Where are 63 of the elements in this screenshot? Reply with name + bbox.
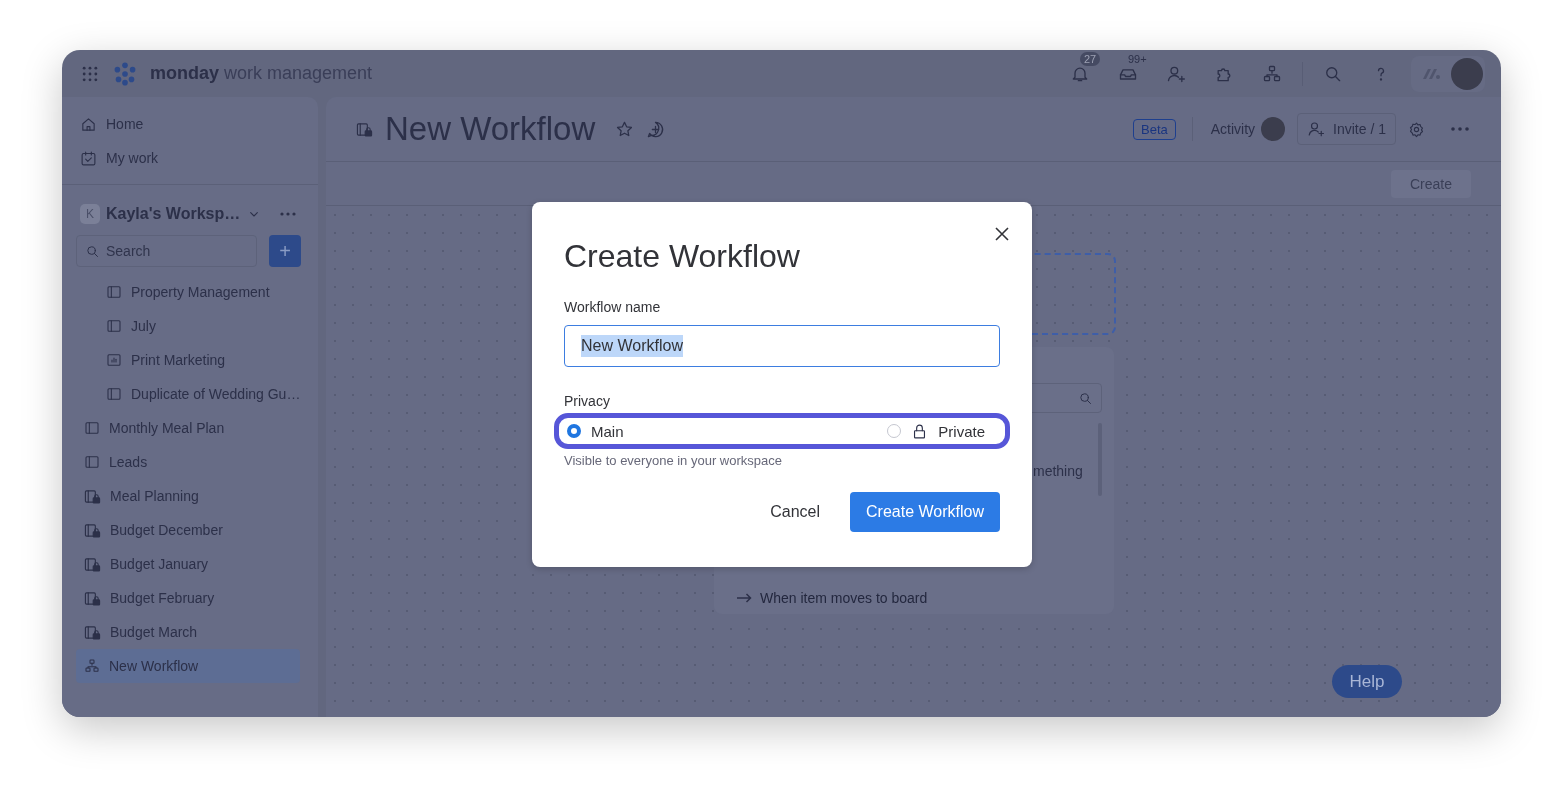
board-icon — [84, 454, 100, 470]
board-item[interactable]: July — [98, 309, 300, 343]
cancel-button[interactable]: Cancel — [764, 502, 827, 522]
nav-item[interactable]: Home — [76, 107, 308, 141]
dialog-title: Create Workflow — [564, 238, 801, 275]
board-item[interactable]: Budget February — [76, 581, 300, 615]
board-item[interactable]: Print Marketing — [98, 343, 300, 377]
search-icon — [1078, 391, 1093, 406]
create-workflow-button[interactable]: Create Workflow — [850, 492, 1000, 532]
board-item[interactable]: Leads — [76, 445, 300, 479]
locked-board-icon — [84, 623, 101, 641]
board-item[interactable]: Budget March — [76, 615, 300, 649]
locked-board-icon — [84, 555, 101, 573]
search-field[interactable]: Search — [76, 235, 257, 267]
board-item[interactable]: Duplicate of Wedding Gu… — [98, 377, 300, 411]
field-label: Privacy — [564, 393, 611, 409]
calendar-check-icon — [80, 149, 97, 167]
board-title: New Workflow — [385, 110, 596, 148]
arrow-right-icon — [736, 593, 752, 603]
logo-icon — [112, 60, 138, 87]
locked-board-icon — [84, 521, 101, 539]
person-add-icon — [1307, 120, 1326, 138]
beta-badge: Beta — [1133, 118, 1176, 140]
avatar[interactable] — [1451, 57, 1483, 90]
board-item[interactable]: Meal Planning — [76, 479, 300, 513]
list-text: mething — [1033, 463, 1083, 479]
board-icon — [84, 420, 100, 436]
board-item[interactable]: Budget January — [76, 547, 300, 581]
locked-board-icon — [356, 120, 373, 138]
radio-option[interactable]: Private — [887, 422, 985, 440]
radio-button[interactable] — [567, 424, 581, 438]
privacy-hint: Visible to everyone in your workspace — [564, 453, 783, 468]
chart-icon — [106, 352, 122, 368]
board-icon — [106, 386, 122, 402]
avatar — [1261, 117, 1286, 141]
board-item[interactable]: New Workflow — [76, 649, 300, 683]
board-item[interactable]: Monthly Meal Plan — [76, 411, 300, 445]
workspace-name[interactable]: Kayla's Worksp… — [106, 205, 241, 223]
workflow-icon — [84, 658, 100, 674]
more-icon[interactable] — [280, 212, 296, 216]
workflow-name-field[interactable]: New Workflow — [564, 325, 1000, 367]
trigger-option[interactable]: When item moves to board — [760, 590, 928, 606]
workflow-icon — [1262, 63, 1282, 84]
nav-item[interactable]: My work — [76, 141, 308, 175]
radio-option[interactable]: Main — [567, 422, 624, 440]
invite-button[interactable]: Invite / 1 — [1297, 113, 1396, 145]
more-icon[interactable] — [1451, 127, 1469, 131]
locked-board-icon — [84, 589, 101, 607]
count-badge: 27 — [1080, 51, 1101, 66]
brand-name: monday — [150, 63, 219, 84]
board-icon — [106, 318, 122, 334]
settings-icon — [1408, 120, 1425, 138]
star-icon — [615, 119, 635, 139]
board-icon — [106, 284, 122, 300]
board-item[interactable]: Budget December — [76, 513, 300, 547]
locked-board-icon — [84, 487, 101, 505]
field-label: Workflow name — [564, 299, 662, 315]
help-button[interactable]: Help — [1332, 665, 1402, 698]
activity-link[interactable]: Activity — [1210, 121, 1256, 137]
search-icon — [85, 243, 100, 259]
home-icon — [80, 115, 97, 133]
add-button[interactable]: + — [269, 235, 301, 267]
board-item[interactable]: Property Management — [98, 275, 300, 309]
